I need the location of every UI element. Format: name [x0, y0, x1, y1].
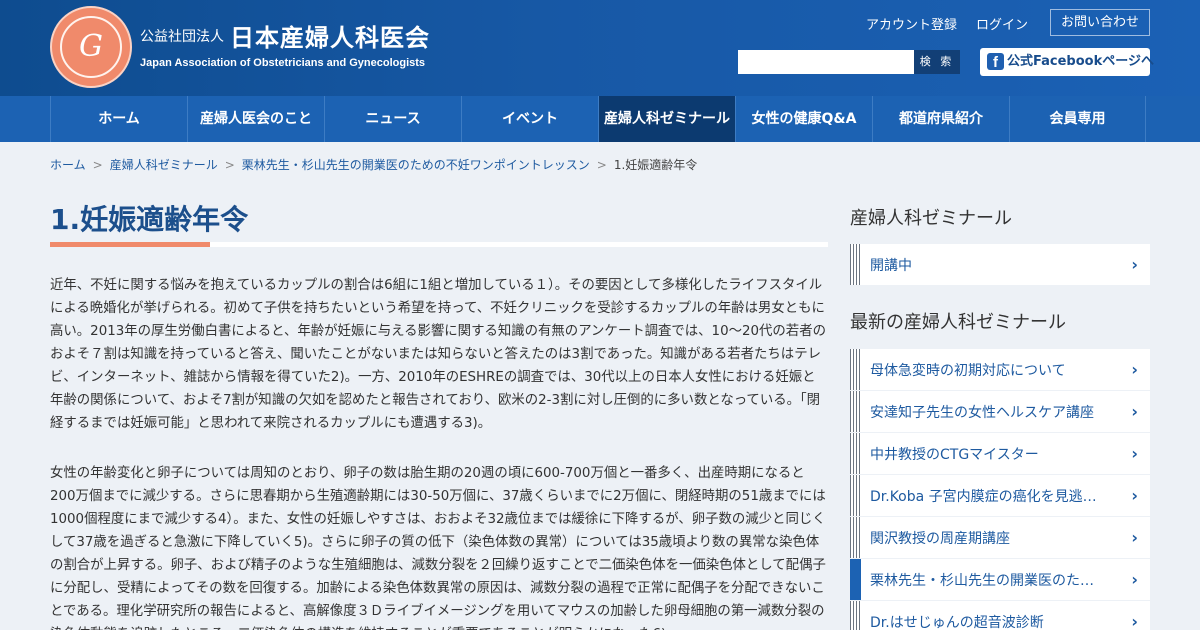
org-type: 公益社団法人: [140, 29, 224, 45]
site-header: G 公益社団法人 日本産婦人科医会 Japan Association of O…: [0, 0, 1200, 96]
sidebar-item-ctg-meister[interactable]: 中井教授のCTGマイスター ›: [850, 433, 1150, 474]
sidebar-item-marker: [850, 517, 861, 558]
site-title[interactable]: 日本産婦人科医会: [230, 18, 430, 53]
sidebar-item-marker: [850, 601, 861, 630]
sidebar-item-label: 中井教授のCTGマイスター: [870, 447, 1039, 463]
chevron-right-icon: ›: [1131, 255, 1138, 274]
sidebar-item-infertility-lesson[interactable]: 栗林先生・杉山先生の開業医のための不妊ワンポイントレッスン ›: [850, 559, 1150, 600]
sidebar-item-label: 関沢教授の周産期講座: [870, 531, 1010, 547]
chevron-right-icon: ›: [1131, 612, 1138, 630]
chevron-right-icon: ›: [1131, 444, 1138, 463]
association-logo[interactable]: G: [50, 6, 132, 88]
main-nav: ホーム 産婦人医会のこと ニュース イベント 産婦人科ゼミナール 女性の健康Q&…: [0, 96, 1200, 142]
chevron-right-icon: ›: [1131, 486, 1138, 505]
chevron-right-icon: ›: [1131, 360, 1138, 379]
login-link[interactable]: ログイン: [976, 14, 1028, 33]
sidebar-item-marker: [850, 391, 861, 432]
nav-item-prefectures[interactable]: 都道府県紹介: [872, 96, 1009, 142]
article-paragraph: 近年、不妊に関する悩みを抱えているカップルの割合は6組に1組と増加している１）。…: [50, 278, 826, 431]
sidebar-item-label: 開講中: [870, 258, 912, 274]
site-title-en: Japan Association of Obstetricians and G…: [140, 57, 426, 69]
chevron-right-icon: ›: [1131, 402, 1138, 421]
logo-emblem-icon: G: [79, 29, 103, 64]
sidebar-item-label: 安達知子先生の女性ヘルスケア講座: [870, 405, 1094, 421]
facebook-page-button[interactable]: f 公式Facebookページへ: [980, 48, 1154, 76]
nav-item-about[interactable]: 産婦人医会のこと: [187, 96, 324, 142]
nav-item-news[interactable]: ニュース: [324, 96, 461, 142]
breadcrumb-separator: >: [596, 158, 607, 172]
sidebar-item-endometriosis[interactable]: Dr.Koba 子宮内膜症の癌化を見逃さないために ›: [850, 475, 1150, 516]
sidebar-item-ultrasound[interactable]: Dr.はせじゅんの超音波診断 ›: [850, 601, 1150, 630]
account-register-link[interactable]: アカウント登録: [866, 14, 957, 33]
sidebar-item-marker: [850, 349, 861, 390]
contact-button[interactable]: お問い合わせ: [1050, 9, 1150, 36]
sidebar-item-marker-active: [850, 559, 861, 600]
sidebar-item-womens-healthcare[interactable]: 安達知子先生の女性ヘルスケア講座 ›: [850, 391, 1150, 432]
sidebar-heading-latest: 最新の産婦人科ゼミナール: [850, 312, 1066, 333]
nav-item-health-qa[interactable]: 女性の健康Q&A: [735, 96, 872, 142]
breadcrumb: ホーム > 産婦人科ゼミナール > 栗林先生・杉山先生の開業医のための不妊ワンポイントレ…: [50, 156, 697, 173]
sidebar-item-label: Dr.はせじゅんの超音波診断: [870, 615, 1044, 630]
breadcrumb-lesson-series[interactable]: 栗林先生・杉山先生の開業医のための不妊ワンポイントレッスン: [242, 158, 590, 172]
sidebar-item-maternal-emergency[interactable]: 母体急変時の初期対応について ›: [850, 349, 1150, 390]
nav-item-home[interactable]: ホーム: [50, 96, 187, 142]
sidebar-item-label: 母体急変時の初期対応について: [870, 363, 1066, 379]
facebook-icon: f: [987, 53, 1004, 71]
sidebar-item-label: Dr.Koba 子宮内膜症の癌化を見逃さないために: [870, 489, 1106, 505]
sidebar-item-marker: [850, 244, 861, 285]
breadcrumb-seminar[interactable]: 産婦人科ゼミナール: [110, 158, 218, 172]
breadcrumb-current: 1.妊娠適齢年令: [613, 158, 698, 172]
sidebar-item-label: 栗林先生・杉山先生の開業医のための不妊ワンポイントレッスン: [870, 573, 1106, 589]
breadcrumb-separator: >: [224, 158, 235, 172]
search-input[interactable]: [738, 50, 914, 74]
sidebar-item-perinatal[interactable]: 関沢教授の周産期講座 ›: [850, 517, 1150, 558]
nav-item-seminar[interactable]: 産婦人科ゼミナール: [598, 96, 735, 142]
facebook-label: 公式Facebookページへ: [1007, 54, 1154, 69]
nav-item-events[interactable]: イベント: [461, 96, 598, 142]
chevron-right-icon: ›: [1131, 570, 1138, 589]
sidebar-heading-seminar: 産婦人科ゼミナール: [850, 208, 1012, 229]
title-underline-accent: [50, 242, 210, 247]
breadcrumb-home[interactable]: ホーム: [50, 158, 86, 172]
search-button[interactable]: 検 索: [914, 50, 960, 74]
sidebar-item-marker: [850, 475, 861, 516]
breadcrumb-separator: >: [92, 158, 103, 172]
sidebar-item-marker: [850, 433, 861, 474]
chevron-right-icon: ›: [1131, 528, 1138, 547]
sidebar-item-ongoing[interactable]: 開講中 ›: [850, 244, 1150, 285]
article-paragraph: 女性の年齢変化と卵子については周知のとおり、卵子の数は胎生期の20週の頃に600…: [50, 466, 826, 630]
page-title: 1.妊娠適齢年令: [50, 203, 249, 236]
nav-item-members[interactable]: 会員専用: [1009, 96, 1146, 142]
